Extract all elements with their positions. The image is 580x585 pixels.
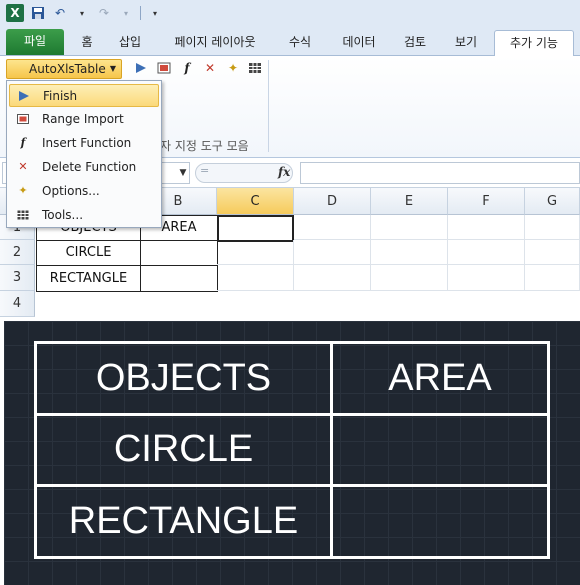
tab-add-ins[interactable]: 추가 기능	[494, 30, 574, 57]
autoxlstable-dropdown-button[interactable]: AutoXlsTable ▼	[6, 59, 122, 79]
tab-file[interactable]: 파일	[6, 29, 64, 55]
cell-f3[interactable]	[448, 265, 525, 291]
customize-toolbar-icon[interactable]: ▾	[147, 5, 163, 21]
cell-d1[interactable]	[294, 215, 371, 240]
cell-c2[interactable]	[217, 240, 294, 265]
tab-page-layout[interactable]: 페이지 레이아웃	[160, 30, 270, 56]
menu-item-options[interactable]: ✦ Options...	[9, 180, 159, 203]
menu-item-insert-function[interactable]: f Insert Function	[9, 132, 159, 155]
ribbon-group-separator	[268, 60, 269, 152]
tab-data[interactable]: 데이터	[333, 30, 385, 56]
enter-formula-icon[interactable]: =	[200, 164, 209, 177]
redo-icon[interactable]: ↷	[96, 5, 112, 21]
menu-item-label: Tools...	[42, 208, 84, 222]
range-import-icon[interactable]	[156, 60, 172, 76]
autoxlstable-menu: Finish Range Import f Insert Function ✕ …	[6, 80, 162, 228]
excel-window: X ↶ ▾ ↷ ▾ ▾ 파일 홈 삽입 페이지 레이아웃 수식 데이터 검토 보…	[0, 0, 580, 320]
cad-cell-area: AREA	[330, 341, 550, 416]
chevron-down-icon: ▼	[109, 64, 116, 73]
column-header-c[interactable]: C	[217, 188, 294, 215]
quick-access-toolbar: X ↶ ▾ ↷ ▾ ▾	[0, 0, 580, 26]
delete-function-icon: ✕	[18, 160, 28, 173]
column-header-d[interactable]: D	[294, 188, 371, 215]
toolbar-separator	[140, 6, 141, 20]
menu-item-label: Finish	[43, 89, 78, 103]
row-header-4[interactable]: 4	[0, 291, 35, 317]
menu-item-label: Delete Function	[42, 160, 137, 174]
column-header-g[interactable]: G	[525, 188, 580, 215]
cell-f2[interactable]	[448, 240, 525, 265]
options-icon[interactable]: ✦	[225, 60, 241, 76]
save-icon[interactable]	[30, 5, 46, 21]
insert-function-icon[interactable]: f	[179, 60, 195, 76]
undo-dropdown-icon[interactable]: ▾	[74, 5, 90, 21]
cad-table: OBJECTS AREA CIRCLE RECTANGLE	[34, 341, 550, 559]
cell-d3[interactable]	[294, 265, 371, 291]
cad-table-row: RECTANGLE	[34, 484, 550, 559]
undo-icon[interactable]: ↶	[52, 5, 68, 21]
column-header-f[interactable]: F	[448, 188, 525, 215]
tab-home[interactable]: 홈	[70, 30, 104, 56]
cell-a2[interactable]: CIRCLE	[36, 240, 141, 266]
column-header-e[interactable]: E	[371, 188, 448, 215]
name-box-dropdown-icon[interactable]: ▼	[176, 162, 190, 184]
cad-table-row: CIRCLE	[34, 412, 550, 488]
cell-c1[interactable]	[217, 215, 294, 242]
tools-icon[interactable]	[247, 60, 263, 76]
cell-g2[interactable]	[525, 240, 580, 265]
cell-d2[interactable]	[294, 240, 371, 265]
cad-cell-empty	[330, 412, 550, 488]
cell-f1[interactable]	[448, 215, 525, 240]
menu-item-label: Range Import	[42, 112, 124, 126]
cell-e3[interactable]	[371, 265, 448, 291]
cad-cell-rectangle: RECTANGLE	[34, 484, 333, 559]
autoxlstable-label: AutoXlsTable	[29, 62, 106, 76]
menu-item-tools[interactable]: Tools...	[9, 204, 159, 227]
delete-function-icon[interactable]: ✕	[202, 60, 218, 76]
cell-e1[interactable]	[371, 215, 448, 240]
insert-function-icon: f	[20, 136, 26, 149]
range-import-icon	[15, 111, 31, 127]
cad-table-row: OBJECTS AREA	[34, 341, 550, 416]
tab-insert[interactable]: 삽입	[110, 30, 150, 56]
insert-function-fx-icon[interactable]: fx	[278, 165, 290, 179]
finish-icon[interactable]	[133, 60, 149, 76]
cell-c3[interactable]	[217, 265, 294, 291]
tools-icon	[15, 207, 31, 223]
excel-logo-icon: X	[6, 4, 24, 22]
menu-item-finish[interactable]: Finish	[9, 84, 159, 107]
cell-g3[interactable]	[525, 265, 580, 291]
cad-drawing-area: OBJECTS AREA CIRCLE RECTANGLE	[4, 321, 580, 585]
menu-item-label: Options...	[42, 184, 100, 198]
tab-review[interactable]: 검토	[395, 30, 435, 56]
finish-icon	[16, 88, 32, 104]
menu-item-delete-function[interactable]: ✕ Delete Function	[9, 156, 159, 179]
menu-item-label: Insert Function	[42, 136, 132, 150]
cell-b2[interactable]	[140, 240, 218, 266]
menu-item-range-import[interactable]: Range Import	[9, 108, 159, 131]
cell-e2[interactable]	[371, 240, 448, 265]
tab-formulas[interactable]: 수식	[280, 30, 320, 56]
formula-input[interactable]	[300, 162, 580, 184]
cad-cell-objects: OBJECTS	[34, 341, 333, 416]
row-header-3[interactable]: 3	[0, 265, 35, 291]
row-header-2[interactable]: 2	[0, 240, 35, 265]
cad-cell-empty	[330, 484, 550, 559]
cell-g1[interactable]	[525, 215, 580, 240]
cell-a3[interactable]: RECTANGLE	[36, 265, 141, 292]
ribbon-group-label: 자 지정 도구 모음	[160, 139, 249, 153]
cad-cell-circle: CIRCLE	[34, 412, 333, 488]
cell-b3[interactable]	[140, 265, 218, 292]
options-icon: ✦	[18, 184, 28, 197]
ribbon-tabs: 파일 홈 삽입 페이지 레이아웃 수식 데이터 검토 보기 추가 기능	[0, 26, 580, 57]
tab-view[interactable]: 보기	[446, 30, 486, 56]
redo-dropdown-icon[interactable]: ▾	[118, 5, 134, 21]
